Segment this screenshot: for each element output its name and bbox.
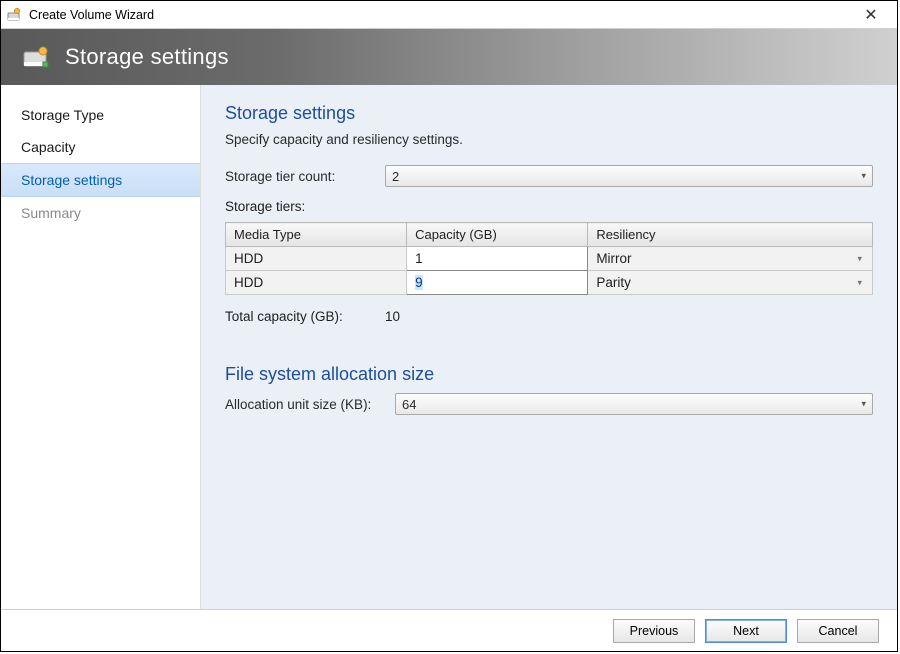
- sidebar-item-summary: Summary: [1, 197, 200, 229]
- chevron-down-icon: ▾: [857, 253, 862, 264]
- chevron-down-icon: ▾: [861, 171, 866, 182]
- alloc-row: Allocation unit size (KB): 64 ▾: [225, 393, 873, 415]
- table-row: HDD 1 Mirror ▾: [226, 247, 873, 271]
- sidebar-item-label: Summary: [21, 205, 81, 221]
- sidebar-item-label: Storage Type: [21, 107, 104, 123]
- sidebar: Storage Type Capacity Storage settings S…: [1, 85, 201, 609]
- cell-resiliency[interactable]: Mirror ▾: [588, 247, 873, 271]
- alloc-label: Allocation unit size (KB):: [225, 397, 395, 412]
- wizard-body: Storage Type Capacity Storage settings S…: [1, 85, 897, 609]
- cell-capacity[interactable]: 9: [407, 271, 588, 295]
- alloc-value: 64: [402, 397, 416, 412]
- total-capacity-value: 10: [385, 309, 400, 324]
- th-capacity[interactable]: Capacity (GB): [407, 223, 588, 247]
- wizard-window: Create Volume Wizard ✕ Storage settings …: [0, 0, 898, 652]
- sidebar-item-label: Storage settings: [21, 172, 122, 188]
- window-title: Create Volume Wizard: [29, 8, 851, 22]
- section-storage-sub: Specify capacity and resiliency settings…: [225, 132, 873, 147]
- section-storage-title: Storage settings: [225, 103, 873, 124]
- tiers-label: Storage tiers:: [225, 199, 873, 214]
- sidebar-item-label: Capacity: [21, 139, 75, 155]
- next-button[interactable]: Next: [705, 619, 787, 643]
- th-resiliency[interactable]: Resiliency: [588, 223, 873, 247]
- button-bar: Previous Next Cancel: [1, 609, 897, 651]
- tier-count-row: Storage tier count: 2 ▾: [225, 165, 873, 187]
- chevron-down-icon: ▾: [857, 277, 862, 288]
- close-icon[interactable]: ✕: [851, 5, 891, 25]
- total-capacity-label: Total capacity (GB):: [225, 309, 385, 324]
- banner: Storage settings: [1, 29, 897, 85]
- total-capacity-row: Total capacity (GB): 10: [225, 309, 873, 324]
- resiliency-value: Mirror: [596, 251, 631, 266]
- cell-media: HDD: [226, 271, 407, 295]
- chevron-down-icon: ▾: [861, 399, 866, 410]
- disk-banner-icon: [23, 43, 51, 71]
- sidebar-item-storage-type[interactable]: Storage Type: [1, 99, 200, 131]
- cell-capacity[interactable]: 1: [407, 247, 588, 271]
- banner-title: Storage settings: [65, 44, 229, 70]
- main-panel: Storage settings Specify capacity and re…: [201, 85, 897, 609]
- cell-resiliency[interactable]: Parity ▾: [588, 271, 873, 295]
- cell-media: HDD: [226, 247, 407, 271]
- capacity-value: 9: [415, 275, 423, 290]
- previous-button[interactable]: Previous: [613, 619, 695, 643]
- sidebar-item-storage-settings[interactable]: Storage settings: [1, 163, 200, 197]
- section-alloc-title: File system allocation size: [225, 364, 873, 385]
- capacity-value: 1: [415, 251, 423, 266]
- alloc-dropdown[interactable]: 64 ▾: [395, 393, 873, 415]
- tier-count-label: Storage tier count:: [225, 169, 385, 184]
- tier-count-dropdown[interactable]: 2 ▾: [385, 165, 873, 187]
- tier-count-value: 2: [392, 169, 399, 184]
- th-media[interactable]: Media Type: [226, 223, 407, 247]
- sidebar-item-capacity[interactable]: Capacity: [1, 131, 200, 163]
- cancel-button[interactable]: Cancel: [797, 619, 879, 643]
- disk-wizard-icon: [7, 7, 23, 23]
- tiers-table: Media Type Capacity (GB) Resiliency HDD …: [225, 222, 873, 295]
- resiliency-value: Parity: [596, 275, 631, 290]
- table-row: HDD 9 Parity ▾: [226, 271, 873, 295]
- titlebar: Create Volume Wizard ✕: [1, 1, 897, 29]
